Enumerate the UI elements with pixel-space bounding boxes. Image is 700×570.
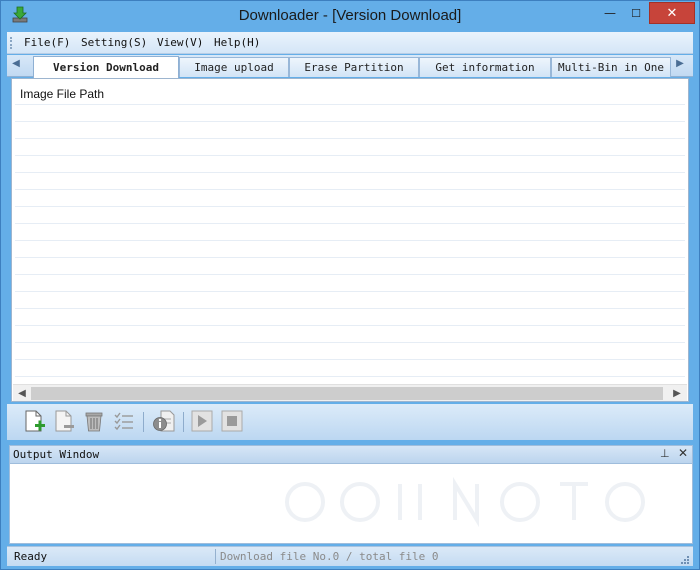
menu-setting[interactable]: Setting(S) [81, 36, 147, 49]
list-row-divider [15, 155, 685, 156]
info-button[interactable] [151, 409, 177, 435]
toolbar [7, 404, 693, 440]
maximize-button[interactable]: ☐ [623, 2, 649, 24]
toolbar-separator [183, 412, 184, 432]
minimize-button[interactable]: — [597, 2, 623, 24]
status-separator [215, 549, 216, 564]
pin-icon[interactable]: ⊥ [660, 447, 670, 460]
menu-view[interactable]: View(V) [157, 36, 203, 49]
checklist-icon [112, 409, 136, 436]
tab-scroll-left-icon[interactable]: ◀ [9, 58, 23, 74]
list-row-divider [15, 189, 685, 190]
status-ready: Ready [14, 550, 48, 563]
checklist-button[interactable] [111, 409, 137, 435]
remove-file-icon [52, 409, 76, 436]
list-row-divider [15, 138, 685, 139]
list-row-divider [15, 376, 685, 377]
app-window: Downloader - [Version Download] — ☐ ✕ Fi… [0, 0, 700, 570]
output-window-body[interactable] [9, 464, 693, 544]
delete-button[interactable] [81, 409, 107, 435]
scrollbar-thumb[interactable] [31, 387, 663, 400]
menu-bar: File(F) Setting(S) View(V) Help(H) [7, 32, 693, 54]
horizontal-scrollbar[interactable]: ◀ ▶ [13, 384, 687, 401]
output-window-title: Output Window [13, 448, 100, 461]
list-row-divider [15, 325, 685, 326]
menu-file[interactable]: File(F) [24, 36, 70, 49]
output-close-icon[interactable]: ✕ [678, 446, 688, 460]
watermark-logo [280, 472, 680, 543]
window-title: Downloader - [Version Download] [238, 7, 462, 24]
delete-icon [82, 409, 106, 436]
image-file-list[interactable]: Image File Path ◀ ▶ [11, 78, 689, 402]
info-icon [152, 409, 176, 436]
status-bar: Ready Download file No.0 / total file 0 [7, 546, 693, 566]
list-row-divider [15, 223, 685, 224]
toolbar-separator [143, 412, 144, 432]
list-row-divider [15, 172, 685, 173]
list-row-divider [15, 359, 685, 360]
start-download-button[interactable] [189, 409, 215, 435]
tab-get-information[interactable]: Get information [419, 57, 551, 77]
menu-help[interactable]: Help(H) [214, 36, 260, 49]
tab-image-upload[interactable]: Image upload [179, 57, 289, 77]
list-row-divider [15, 206, 685, 207]
list-row-divider [15, 274, 685, 275]
list-row-divider [15, 257, 685, 258]
remove-file-button[interactable] [51, 409, 77, 435]
menu-grip-icon [10, 37, 13, 49]
output-window-header: Output Window ⊥ ✕ [9, 445, 693, 464]
tab-scroll-right-icon[interactable]: ▶ [673, 58, 687, 74]
scroll-right-icon[interactable]: ▶ [669, 386, 685, 401]
list-row-divider [15, 104, 685, 105]
list-row-divider [15, 240, 685, 241]
tab-version-download[interactable]: Version Download [33, 56, 179, 78]
play-icon [190, 409, 214, 436]
title-bar[interactable]: Downloader - [Version Download] — ☐ ✕ [1, 1, 699, 31]
status-download-count: Download file No.0 / total file 0 [220, 550, 439, 563]
column-header-image-path[interactable]: Image File Path [20, 87, 104, 101]
tab-erase-partition[interactable]: Erase Partition [289, 57, 419, 77]
stop-icon [220, 409, 244, 436]
add-file-icon [22, 409, 46, 436]
tab-multi-bin[interactable]: Multi-Bin in One [551, 57, 671, 77]
close-button[interactable]: ✕ [649, 2, 695, 24]
list-row-divider [15, 291, 685, 292]
list-row-divider [15, 121, 685, 122]
stop-download-button[interactable] [219, 409, 245, 435]
list-row-divider [15, 342, 685, 343]
list-row-divider [15, 308, 685, 309]
add-file-button[interactable] [21, 409, 47, 435]
scroll-left-icon[interactable]: ◀ [14, 386, 30, 401]
tab-bar: ◀ Version Download Image upload Erase Pa… [7, 55, 693, 78]
resize-grip-icon[interactable] [679, 553, 689, 564]
